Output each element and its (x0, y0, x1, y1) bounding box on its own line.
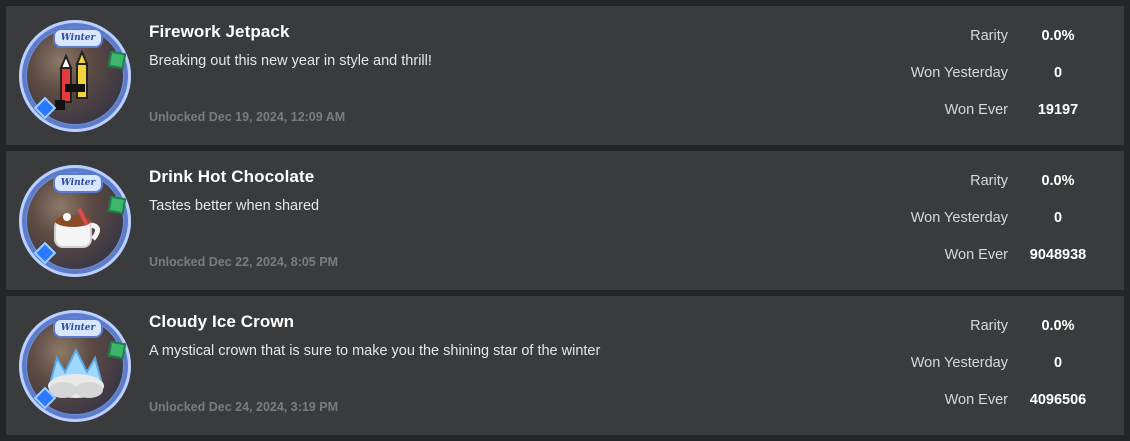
badge-card[interactable]: Winter Drink Hot Chocolate Tastes better… (6, 151, 1124, 290)
badge-card[interactable]: Winter Cloudy Ice Crown A mystical crown… (6, 296, 1124, 435)
rarity-label: Rarity (970, 318, 1008, 334)
gift-icon (107, 195, 127, 215)
badge-description: A mystical crown that is sure to make yo… (149, 343, 601, 359)
jetpack-art (55, 50, 89, 110)
rarity-value: 0.0% (1041, 28, 1075, 44)
ice-crown-badge-icon[interactable]: Winter (19, 310, 131, 422)
winter-banner: Winter (53, 318, 103, 338)
won-ever-label: Won Ever (944, 392, 1008, 408)
winter-banner: Winter (53, 173, 103, 193)
rarity-value: 0.0% (1041, 318, 1075, 334)
unlocked-date: Unlocked Dec 22, 2024, 8:05 PM (149, 255, 338, 269)
won-yesterday-value: 0 (1053, 65, 1063, 81)
rarity-label: Rarity (970, 28, 1008, 44)
won-yesterday-value: 0 (1053, 210, 1063, 226)
gift-icon (107, 340, 127, 360)
won-yesterday-label: Won Yesterday (910, 65, 1008, 81)
won-yesterday-value: 0 (1053, 355, 1063, 371)
unlocked-date: Unlocked Dec 19, 2024, 12:09 AM (149, 110, 346, 124)
won-yesterday-label: Won Yesterday (910, 210, 1008, 226)
firework-jetpack-badge-icon[interactable]: Winter (19, 20, 131, 132)
rarity-value: 0.0% (1041, 173, 1075, 189)
unlocked-date: Unlocked Dec 24, 2024, 3:19 PM (149, 400, 338, 414)
hot-chocolate-art (54, 208, 100, 248)
won-ever-value: 19197 (1037, 102, 1079, 118)
hot-chocolate-badge-icon[interactable]: Winter (19, 165, 131, 277)
won-ever-value: 4096506 (1029, 392, 1087, 408)
rarity-label: Rarity (970, 173, 1008, 189)
won-ever-label: Won Ever (944, 102, 1008, 118)
gift-icon (107, 50, 127, 70)
won-ever-value: 9048938 (1029, 247, 1087, 263)
won-yesterday-label: Won Yesterday (910, 355, 1008, 371)
badge-card[interactable]: Winter Firework Jetpack Breaking out thi… (6, 6, 1124, 145)
badge-title[interactable]: Cloudy Ice Crown (149, 312, 294, 332)
won-ever-label: Won Ever (944, 247, 1008, 263)
badge-list: Winter Firework Jetpack Breaking out thi… (0, 0, 1130, 441)
badge-description: Breaking out this new year in style and … (149, 53, 432, 69)
badge-description: Tastes better when shared (149, 198, 320, 214)
winter-banner: Winter (53, 28, 103, 48)
badge-title[interactable]: Firework Jetpack (149, 22, 290, 42)
badge-title[interactable]: Drink Hot Chocolate (149, 167, 314, 187)
